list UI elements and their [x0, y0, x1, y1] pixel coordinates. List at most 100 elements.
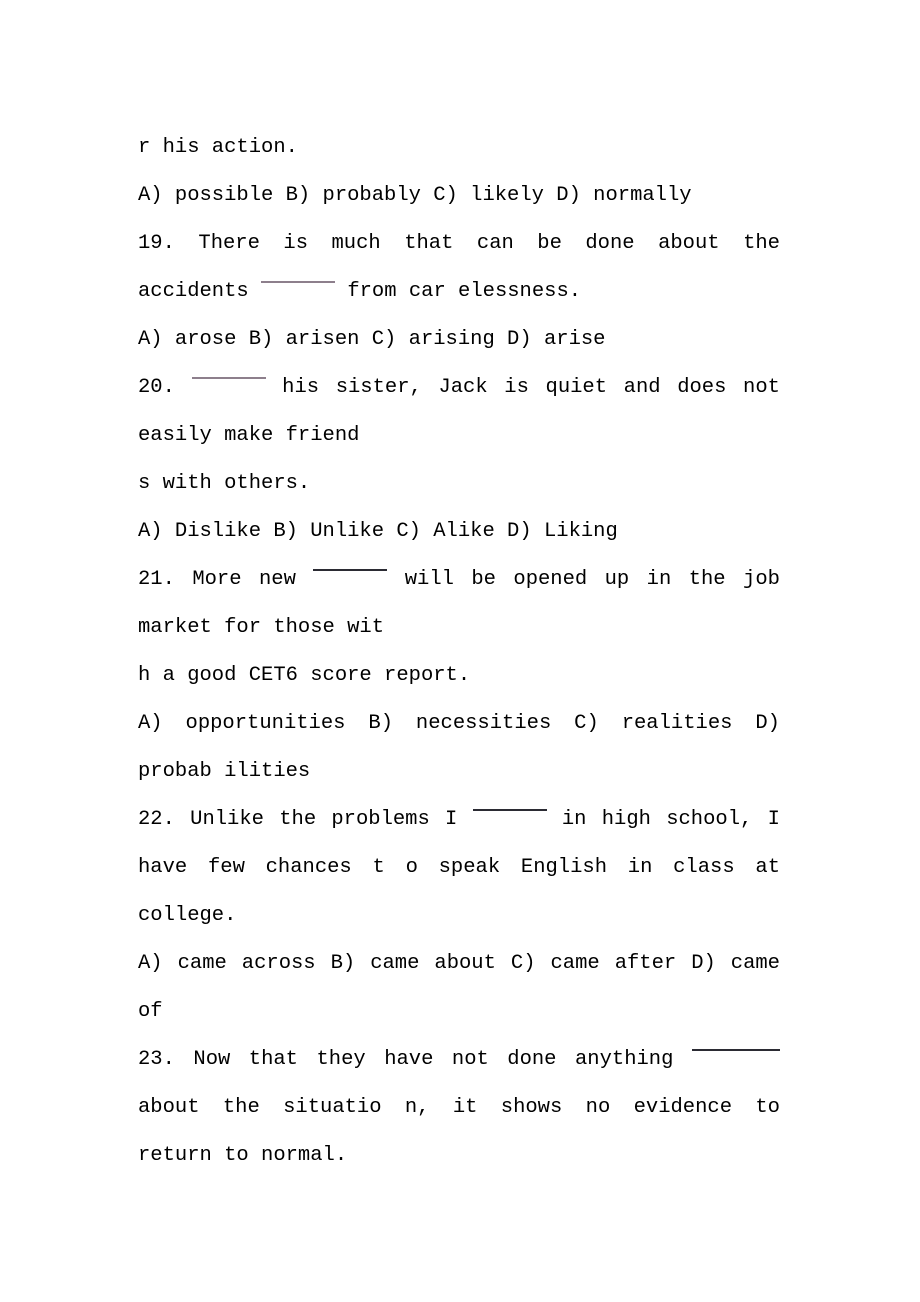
word: came [370, 952, 420, 975]
word: they [316, 1048, 366, 1071]
word: that [404, 232, 454, 255]
word: problems [331, 808, 430, 831]
word: chances [265, 856, 352, 879]
word: There [198, 232, 260, 255]
word: came [177, 952, 227, 975]
word: C) [510, 952, 536, 975]
word: at [755, 856, 780, 879]
word: opportunities [185, 712, 346, 735]
word: not [743, 376, 780, 399]
word: done [585, 232, 635, 255]
word: have [384, 1048, 434, 1071]
word: from car elessness. [335, 280, 582, 303]
word: be [471, 568, 496, 591]
word: the [743, 232, 780, 255]
text-line: A) possible B) probably C) likely D) nor… [138, 172, 780, 220]
word: school, [666, 808, 753, 831]
word: job [743, 568, 780, 591]
word: not [451, 1048, 489, 1071]
word: accidents [138, 280, 262, 303]
word: be [537, 232, 562, 255]
word: his [282, 376, 320, 399]
word: the [688, 568, 726, 591]
text-line: r his action. [138, 124, 780, 172]
word: anything [574, 1048, 674, 1071]
word: the [222, 1096, 260, 1119]
word: B) [330, 952, 356, 975]
word: situatio [283, 1096, 382, 1119]
line-text: of [138, 1000, 163, 1023]
text-line: about the situatio n, it shows no evidence to [138, 1084, 780, 1132]
text-line: 23. Now that they have not done anything [138, 1036, 780, 1084]
text-line: 22. Unlike the problems Iin high school, I [138, 796, 780, 844]
word: new [258, 568, 296, 591]
word: across [241, 952, 316, 975]
word: realities [621, 712, 733, 735]
word: sister, [335, 376, 422, 399]
text-line: probab ilities [138, 748, 780, 796]
word: after [614, 952, 677, 975]
word: is [504, 376, 529, 399]
word: I [445, 808, 458, 831]
text-line: A) arose B) arisen C) arising D) arise [138, 316, 780, 364]
text-line: 19. There is much that can be done about the [138, 220, 780, 268]
text-line: return to normal. [138, 1132, 780, 1180]
text-line: accidents from car elessness. [138, 268, 780, 316]
word: A) [138, 712, 163, 735]
word: about [434, 952, 496, 975]
text-line: A) came across B) came about C) came after D) came [138, 940, 780, 988]
line-text: h a good CET6 score report. [138, 664, 471, 687]
word: opened [513, 568, 588, 591]
word: 23. [138, 1048, 175, 1071]
word: in [561, 808, 587, 831]
word: the [279, 808, 317, 831]
word: about [138, 1096, 200, 1119]
word: evidence [633, 1096, 733, 1119]
word: C) [574, 712, 599, 735]
word: A) [138, 952, 163, 975]
line-text: probab ilities [138, 760, 311, 783]
word: 22. [138, 808, 175, 831]
word: English [520, 856, 608, 879]
word: have [138, 856, 188, 879]
word: in [646, 568, 672, 591]
word: o [405, 856, 418, 879]
text-line: A) Dislike B) Unlike C) Alike D) Liking [138, 508, 780, 556]
word: in [627, 856, 653, 879]
word: More [192, 568, 242, 591]
line-text: r his action. [138, 136, 298, 159]
text-line: h a good CET6 score report. [138, 652, 780, 700]
word: necessities [415, 712, 552, 735]
word: class [673, 856, 735, 879]
word: Jack [438, 376, 488, 399]
word: speak [438, 856, 501, 879]
line-text: s with others. [138, 472, 311, 495]
word: will [404, 568, 454, 591]
word: Unlike [190, 808, 264, 831]
word: much [331, 232, 381, 255]
word: that [248, 1048, 298, 1071]
text-line: A) opportunities B) necessities C) realities D… [138, 700, 780, 748]
word: few [207, 856, 245, 879]
word: can [476, 232, 514, 255]
word: I [767, 808, 780, 831]
text-line: college. [138, 892, 780, 940]
line-text: A) possible B) probably C) likely D) nor… [138, 184, 692, 207]
text-line: of [138, 988, 780, 1036]
word: 21. [138, 568, 175, 591]
word: high [601, 808, 651, 831]
text-line: easily make friend [138, 412, 780, 460]
word: to [755, 1096, 780, 1119]
word: does [677, 376, 727, 399]
word: came [730, 952, 780, 975]
word: Now [193, 1048, 231, 1071]
text-line: 21. More new will be opened up in the job [138, 556, 780, 604]
line-text: college. [138, 904, 237, 927]
text-line: s with others. [138, 460, 780, 508]
word: D) [691, 952, 716, 975]
document-page: r his action. A) possible B) probably C) … [138, 124, 780, 1180]
line-text: return to normal. [138, 1144, 348, 1167]
word: 19. [138, 232, 175, 255]
word: B) [368, 712, 393, 735]
word: n, [404, 1096, 430, 1119]
